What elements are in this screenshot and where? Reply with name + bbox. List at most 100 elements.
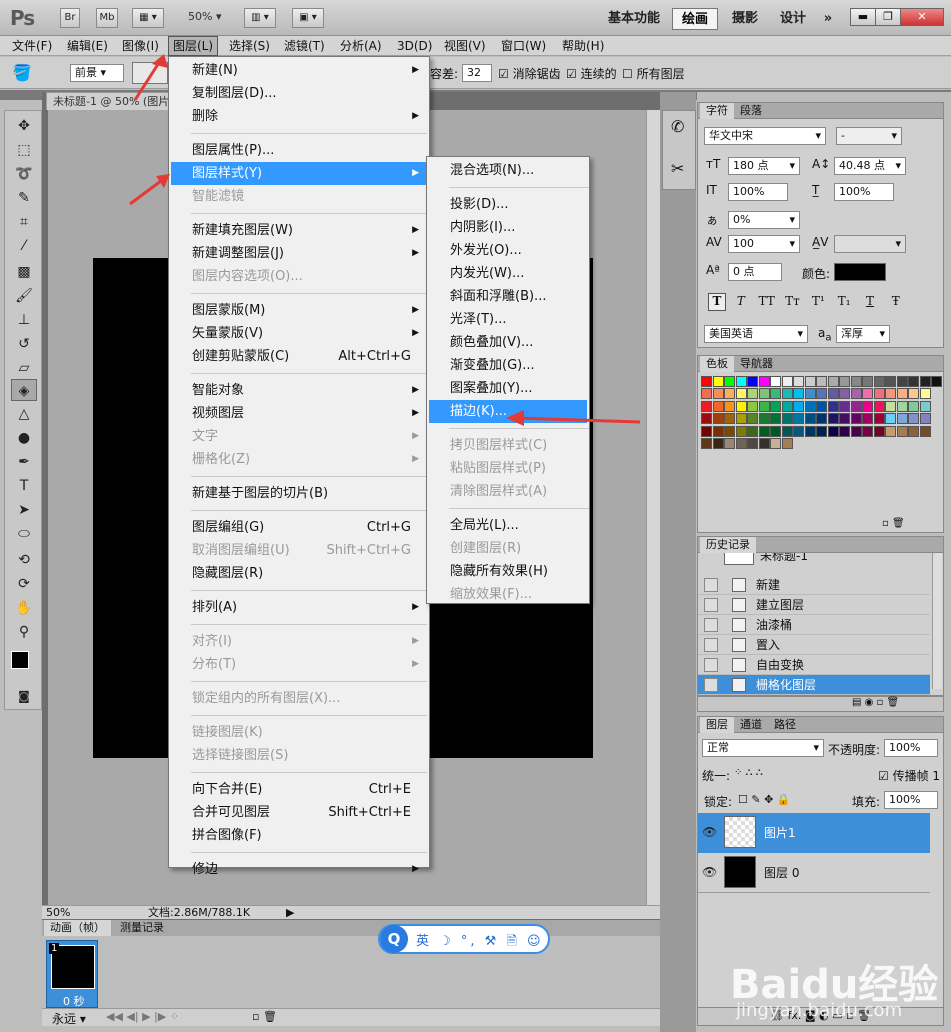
color-swatch[interactable] [804,388,816,400]
lock-icons[interactable]: ☐ ✎ ✥ 🔒 [738,793,790,806]
color-swatch[interactable] [781,388,793,400]
color-swatch[interactable] [793,425,804,437]
color-swatch[interactable] [758,388,770,400]
history-brush-source-checkbox[interactable] [704,678,718,692]
color-swatch[interactable] [908,388,919,400]
horizontal-scale-input[interactable]: 100% [834,183,894,201]
tab-animation[interactable]: 动画（帧） [44,920,111,936]
mini-bridge-button[interactable]: Mb [96,8,118,28]
bridge-button[interactable]: Br [60,8,80,28]
history-brush-source-checkbox[interactable] [704,598,718,612]
color-swatch[interactable] [747,400,758,412]
color-swatch[interactable] [758,425,770,437]
color-swatch[interactable] [770,400,781,412]
anti-alias-select[interactable]: 浑厚 ▾ [836,325,890,343]
color-swatch[interactable] [827,376,839,387]
font-style-select[interactable]: - ▾ [836,127,902,145]
color-swatch[interactable] [770,438,781,449]
opacity-input[interactable]: 100% [884,739,938,757]
history-item[interactable]: 油漆桶 [698,615,930,635]
history-brush-source-checkbox[interactable] [704,618,718,632]
layer-menu-item[interactable]: 复制图层(D)... [171,82,427,105]
spot-healing-tool-icon[interactable]: ▩ [11,261,37,283]
color-swatch[interactable] [770,413,781,425]
color-swatch[interactable] [804,400,816,412]
workspace-painting[interactable]: 绘画 [672,8,718,30]
tab-character[interactable]: 字符 [700,103,734,119]
color-swatch[interactable] [781,425,793,437]
color-swatch[interactable] [724,376,735,387]
zoom-tool-icon[interactable]: ⚲ [11,621,37,643]
unify-icons[interactable]: ⁘ ⛬ ⛬ [734,767,763,778]
color-swatch[interactable] [712,400,724,412]
color-swatch[interactable] [896,388,908,400]
color-swatch[interactable] [827,425,839,437]
small-caps-button[interactable]: Tт [781,294,803,308]
layer-menu-item[interactable]: 图层属性(P)... [171,139,427,162]
color-swatch[interactable] [758,376,770,387]
color-swatch[interactable] [804,413,816,425]
underline-button[interactable]: T [859,294,881,308]
layer-row-layer0[interactable]: 👁 图层 0 [698,853,930,893]
color-swatch[interactable] [724,388,735,400]
color-swatch[interactable] [850,388,862,400]
new-frame-icon[interactable]: ▫ 🗑 [252,1010,277,1023]
dodge-tool-icon[interactable]: ● [11,427,37,449]
color-swatch[interactable] [827,413,839,425]
subscript-button[interactable]: T₁ [833,294,855,308]
color-swatch[interactable] [850,400,862,412]
layer-menu-item[interactable]: 新建(N) ▶ [171,59,427,82]
restore-icon[interactable]: ❐ [875,8,901,26]
menu-analysis[interactable]: 分析(A) [336,36,386,56]
layer-style-menu-item[interactable]: 外发光(O)... [429,239,587,262]
tolerance-input[interactable]: 32 [462,64,492,82]
history-brush-source-checkbox[interactable] [704,578,718,592]
color-swatch[interactable] [701,438,712,449]
menu-3d[interactable]: 3D(D) [393,36,436,56]
color-swatch[interactable] [896,425,908,437]
history-brush-source-checkbox[interactable] [704,638,718,652]
layer-style-menu-item[interactable]: 斜面和浮雕(B)... [429,285,587,308]
3d-orbit-tool-icon[interactable]: ⟳ [11,573,37,595]
color-swatch[interactable] [816,400,827,412]
strikethrough-button[interactable]: Ŧ [885,294,907,308]
baseline-shift-input[interactable]: 0 点 [728,263,782,281]
color-swatch[interactable] [793,413,804,425]
layer-menu-item[interactable]: 新建调整图层(J) ▶ [171,242,427,265]
tab-paragraph[interactable]: 段落 [734,103,768,119]
color-swatch[interactable] [896,400,908,412]
color-swatch[interactable] [712,438,724,449]
layer-menu-item[interactable]: 修边 ▶ [171,858,427,881]
layer-style-menu-item[interactable]: 隐藏所有效果(H) [429,560,587,583]
layer-style-menu-item[interactable]: 光泽(T)... [429,308,587,331]
menu-edit[interactable]: 编辑(E) [63,36,112,56]
foreground-color-swatch[interactable] [11,651,29,669]
color-swatch[interactable] [724,438,735,449]
menu-window[interactable]: 窗口(W) [497,36,550,56]
brush-presets-icon[interactable]: ✆ [671,117,684,136]
color-swatch[interactable] [804,376,816,387]
color-swatch[interactable] [919,425,931,437]
fill-source-select[interactable]: 前景 ▾ [70,64,124,82]
color-swatch[interactable] [747,413,758,425]
color-swatch[interactable] [712,388,724,400]
layer-style-menu-item[interactable]: 混合选项(N)... [429,159,587,182]
color-swatch[interactable] [758,438,770,449]
color-swatch[interactable] [701,388,712,400]
color-swatch[interactable] [839,400,850,412]
layer-menu-item[interactable]: 排列(A) ▶ [171,596,427,619]
color-swatch[interactable] [885,388,896,400]
history-item[interactable]: 置入 [698,635,930,655]
font-size-input[interactable]: 180 点 ▾ [728,157,800,175]
blur-tool-icon[interactable]: △ [11,403,37,425]
path-select-tool-icon[interactable]: ➤ [11,499,37,521]
faux-italic-button[interactable]: T [730,294,752,308]
layer-menu-item[interactable]: 视频图层 ▶ [171,402,427,425]
color-swatch[interactable] [770,388,781,400]
vertical-scale-input[interactable]: 100% [728,183,788,201]
layer-style-menu-item[interactable]: 颜色叠加(V)... [429,331,587,354]
color-swatch[interactable] [908,376,919,387]
superscript-button[interactable]: T¹ [807,294,829,308]
loop-select[interactable]: 永远 ▾ [52,1010,86,1027]
layer-name[interactable]: 图片1 [764,813,796,853]
